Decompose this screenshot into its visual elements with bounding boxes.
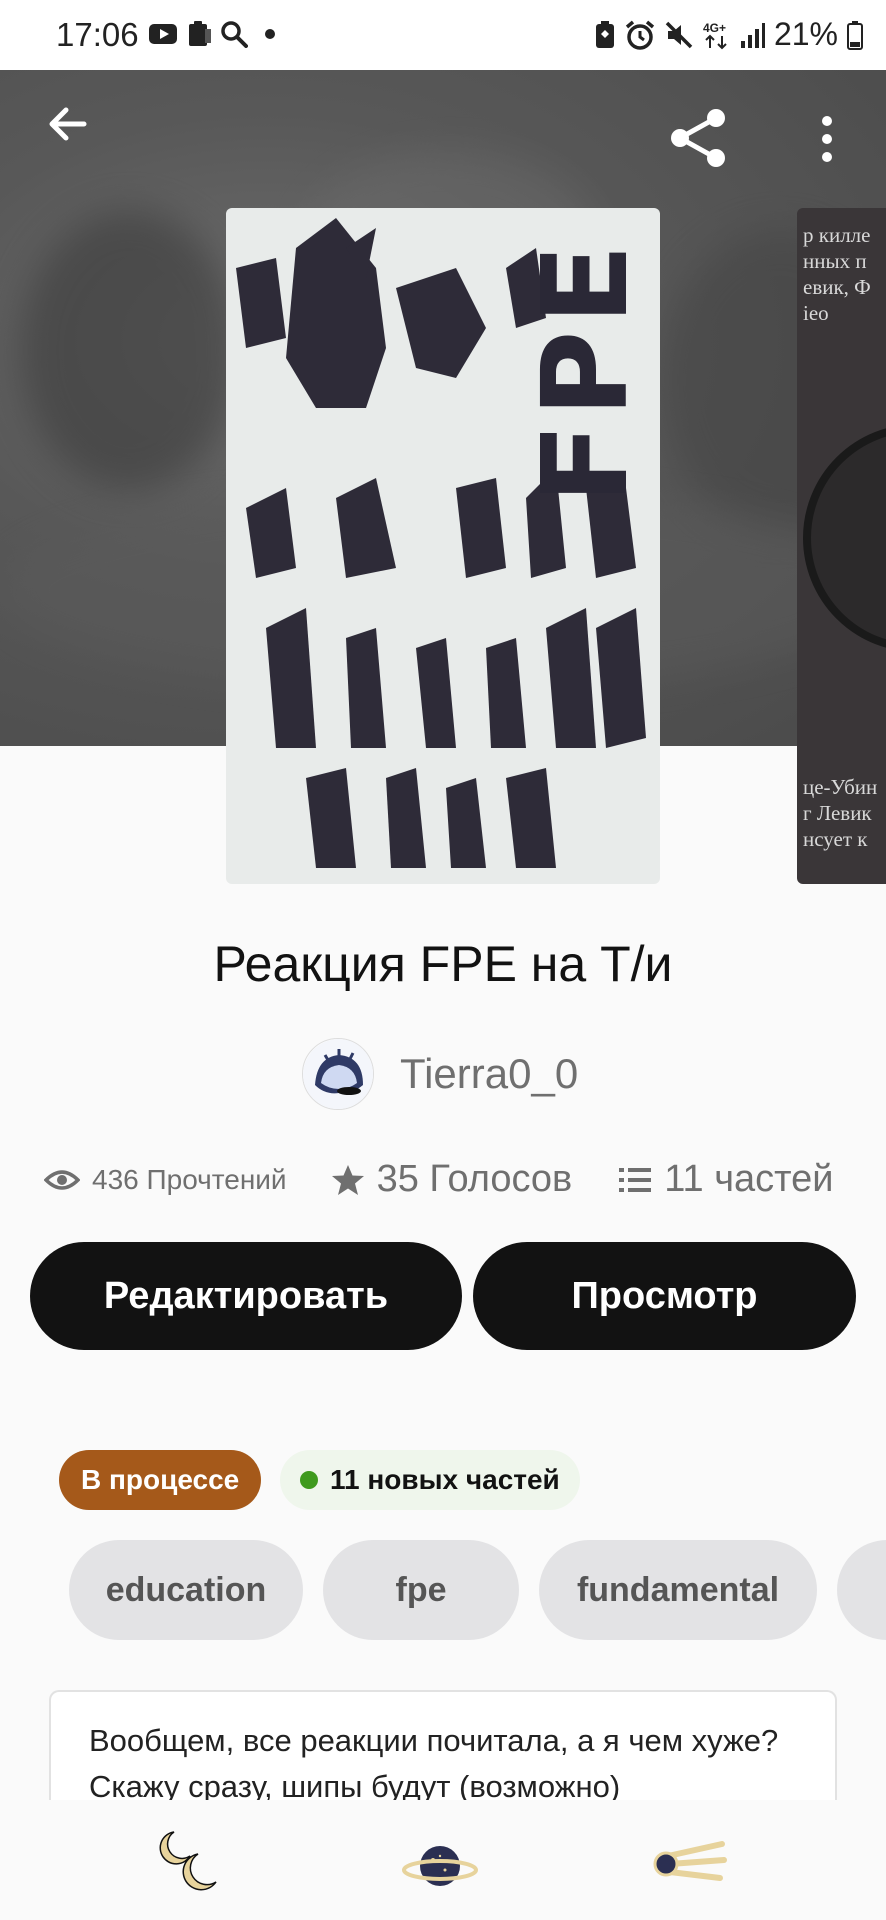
status-badge: В процессе (59, 1450, 262, 1510)
votes-count: 35 Голосов (376, 1158, 573, 1200)
nav-comet[interactable] (648, 1826, 728, 1906)
nav-moons[interactable] (152, 1826, 232, 1906)
battery-icon (847, 20, 863, 50)
avatar-image (303, 1039, 373, 1109)
bottom-navigation (0, 1800, 886, 1920)
new-parts-badge: 11 новых частей (280, 1450, 580, 1510)
youtube-icon (149, 24, 177, 44)
next-story-cover[interactable]: р килле нных п евик, Ф ieo це-Убин г Лев… (797, 208, 886, 884)
story-stats: 436 Прочтений 35 Голосов 11 частей (44, 1158, 844, 1201)
reads-stat: 436 Прочтений (44, 1164, 287, 1196)
edit-button[interactable]: Редактировать (30, 1242, 462, 1350)
signal-icon (740, 22, 765, 48)
planet-icon (402, 1846, 478, 1886)
battery-saver-icon (595, 20, 614, 48)
parts-count[interactable]: 11 частей (664, 1158, 833, 1201)
tag-list: education fpe fundamental (69, 1540, 886, 1640)
side-cover-text-bottom: це-Убин г Левик нсует к (803, 774, 877, 852)
side-cover-text-top: р килле нных п евик, Ф ieo (803, 222, 871, 326)
side-text-line: евик, Ф (803, 275, 871, 299)
side-text-line: р килле (803, 223, 871, 247)
side-text-line: нных п (803, 249, 867, 273)
status-badge-label: В процессе (81, 1464, 240, 1495)
story-cover[interactable]: FPE (226, 208, 660, 884)
tag-chip-partial[interactable] (837, 1540, 886, 1640)
share-icon (671, 109, 725, 167)
battery-percent: 21% (773, 16, 838, 52)
description-text: Вообщем, все реакции почитала, а я чем х… (89, 1723, 779, 1804)
svg-text:4G+: 4G+ (703, 21, 726, 35)
tag-chip[interactable]: fundamental (539, 1540, 817, 1640)
side-text-line: г Левик (803, 801, 872, 825)
side-text-line: нсует к (803, 827, 868, 851)
cover-title: FPE (516, 238, 654, 504)
hero-blur-shape (20, 210, 240, 490)
status-bar: 17:06 4G+ 21% (0, 0, 886, 70)
network-icon: 4G+ (703, 21, 727, 49)
more-button[interactable] (812, 114, 842, 169)
eye-icon (44, 1169, 80, 1190)
author-row[interactable]: Tierra0_0 (302, 1038, 578, 1110)
view-button[interactable]: Просмотр (473, 1242, 856, 1350)
more-vertical-icon (822, 116, 832, 162)
votes-stat: 35 Голосов (331, 1158, 573, 1201)
green-dot-icon (300, 1471, 318, 1489)
clipboard-icon (189, 21, 211, 46)
list-icon (619, 1167, 652, 1192)
dot-icon (265, 29, 275, 39)
status-left-icons (148, 20, 280, 48)
comet-icon (653, 1841, 727, 1881)
reads-count: 436 Прочтений (92, 1163, 287, 1195)
arrow-left-icon (49, 107, 87, 141)
search-icon (221, 21, 248, 48)
star-icon (331, 1164, 364, 1195)
share-button[interactable] (666, 106, 730, 175)
tag-chip[interactable]: fpe (323, 1540, 519, 1640)
avatar[interactable] (302, 1038, 374, 1110)
side-cover-circle (803, 428, 886, 648)
nav-planet[interactable] (400, 1826, 480, 1906)
author-name[interactable]: Tierra0_0 (400, 1050, 578, 1098)
new-parts-label: 11 новых частей (330, 1464, 560, 1495)
parts-stat[interactable]: 11 частей (618, 1158, 834, 1201)
side-text-line: ieo (803, 301, 829, 325)
story-title: Реакция FPE на Т/и (213, 936, 673, 992)
back-button[interactable] (44, 100, 92, 153)
side-text-line: це-Убин (803, 775, 878, 799)
status-time: 17:06 (56, 16, 139, 53)
tag-chip[interactable]: education (69, 1540, 303, 1640)
moons-icon (159, 1831, 217, 1891)
status-right-icons: 4G+ 21% (594, 16, 864, 53)
alarm-icon (625, 20, 655, 50)
mute-icon (665, 21, 693, 48)
